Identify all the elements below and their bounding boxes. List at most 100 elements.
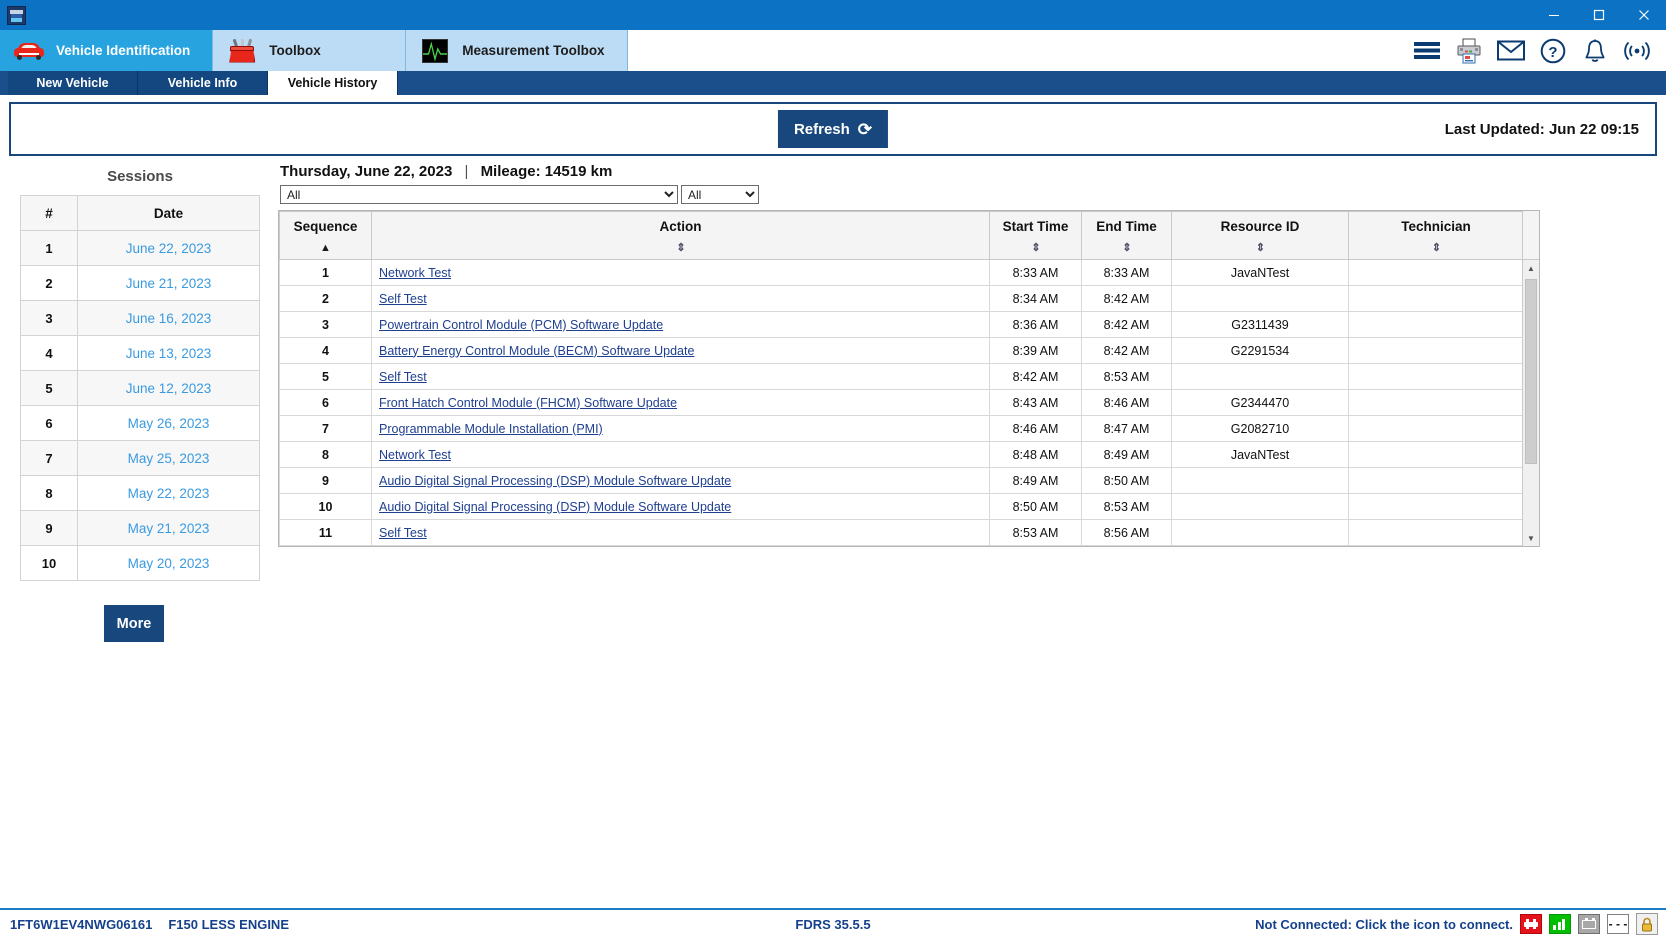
action-link[interactable]: Audio Digital Signal Processing (DSP) Mo…: [379, 474, 731, 488]
table-row[interactable]: 6 Front Hatch Control Module (FHCM) Soft…: [280, 390, 1523, 416]
session-date-link[interactable]: June 13, 2023: [126, 346, 212, 361]
sort-toggle-icon: ⇕: [1256, 242, 1264, 254]
cell-start-time: 8:34 AM: [990, 286, 1082, 312]
scroll-up-button[interactable]: ▲: [1523, 260, 1539, 276]
module-tab-measurement-toolbox[interactable]: Measurement Toolbox: [406, 30, 627, 71]
module-tab-toolbox[interactable]: Toolbox: [213, 30, 406, 71]
cell-resource-id: G2344470: [1172, 390, 1349, 416]
minimize-button[interactable]: [1531, 0, 1576, 30]
table-row[interactable]: 11 Self Test 8:53 AM 8:56 AM: [280, 520, 1523, 546]
list-item[interactable]: 1June 22, 2023: [21, 231, 260, 266]
close-button[interactable]: [1621, 0, 1666, 30]
session-date-link[interactable]: June 12, 2023: [126, 381, 212, 396]
action-link[interactable]: Self Test: [379, 292, 427, 306]
action-link[interactable]: Front Hatch Control Module (FHCM) Softwa…: [379, 396, 677, 410]
scroll-down-button[interactable]: ▼: [1523, 530, 1539, 546]
sub-tab-vehicle-history[interactable]: Vehicle History: [268, 71, 398, 95]
col-header-sequence[interactable]: Sequence ▲: [280, 212, 372, 260]
table-row[interactable]: 9 Audio Digital Signal Processing (DSP) …: [280, 468, 1523, 494]
refresh-button[interactable]: Refresh ⟳: [778, 110, 888, 148]
hamburger-menu-icon[interactable]: [1412, 36, 1442, 66]
session-number: 7: [21, 441, 78, 476]
table-row[interactable]: 2 Self Test 8:34 AM 8:42 AM: [280, 286, 1523, 312]
signal-strength-icon[interactable]: [1549, 914, 1571, 934]
session-date-link[interactable]: May 25, 2023: [128, 451, 210, 466]
refresh-toolbar: Refresh ⟳ Last Updated: Jun 22 09:15: [9, 102, 1657, 156]
cell-start-time: 8:49 AM: [990, 468, 1082, 494]
list-item[interactable]: 2June 21, 2023: [21, 266, 260, 301]
help-icon[interactable]: ?: [1538, 36, 1568, 66]
dashes-status-icon[interactable]: - - -: [1607, 914, 1629, 934]
list-item[interactable]: 6May 26, 2023: [21, 406, 260, 441]
sub-tab-label: Vehicle Info: [168, 76, 237, 90]
cell-end-time: 8:50 AM: [1082, 468, 1172, 494]
col-header-end-time[interactable]: End Time ⇕: [1082, 212, 1172, 260]
sessions-col-date[interactable]: Date: [78, 196, 260, 231]
notifications-bell-icon[interactable]: [1580, 36, 1610, 66]
list-item[interactable]: 10May 20, 2023: [21, 546, 260, 581]
maximize-button[interactable]: [1576, 0, 1621, 30]
action-filter-select[interactable]: All: [280, 185, 678, 204]
sessions-title: Sessions: [9, 164, 271, 195]
action-link[interactable]: Audio Digital Signal Processing (DSP) Mo…: [379, 500, 731, 514]
table-row[interactable]: 4 Battery Energy Control Module (BECM) S…: [280, 338, 1523, 364]
list-item[interactable]: 7 May 25, 2023: [21, 441, 260, 476]
module-tab-bar: Vehicle Identification Toolbox Measureme…: [0, 30, 1666, 71]
session-date-link[interactable]: May 21, 2023: [128, 521, 210, 536]
session-number: 5: [21, 371, 78, 406]
list-item[interactable]: 3June 16, 2023: [21, 301, 260, 336]
session-date-link[interactable]: May 22, 2023: [128, 486, 210, 501]
scrollbar-thumb[interactable]: [1525, 279, 1537, 464]
cell-end-time: 8:56 AM: [1082, 520, 1172, 546]
action-link[interactable]: Programmable Module Installation (PMI): [379, 422, 603, 436]
sub-tab-new-vehicle[interactable]: New Vehicle: [8, 71, 138, 95]
action-link[interactable]: Self Test: [379, 370, 427, 384]
table-row[interactable]: 8 Network Test 8:48 AM 8:49 AM JavaNTest: [280, 442, 1523, 468]
svg-text:?: ?: [1548, 44, 1557, 61]
session-date-link[interactable]: June 21, 2023: [126, 276, 212, 291]
module-tab-vehicle-identification[interactable]: Vehicle Identification: [0, 30, 213, 71]
more-button[interactable]: More: [104, 605, 164, 642]
col-header-action[interactable]: Action ⇕: [372, 212, 990, 260]
col-header-resource-id[interactable]: Resource ID ⇕: [1172, 212, 1349, 260]
refresh-icon: ⟳: [858, 121, 872, 138]
action-link[interactable]: Network Test: [379, 448, 451, 462]
session-date-link[interactable]: June 22, 2023: [126, 241, 212, 256]
table-row[interactable]: 5 Self Test 8:42 AM 8:53 AM: [280, 364, 1523, 390]
history-grid-scrollbar[interactable]: ▲ ▼: [1522, 211, 1539, 546]
table-row[interactable]: 1 Network Test 8:33 AM 8:33 AM JavaNTest: [280, 260, 1523, 286]
session-date-link[interactable]: May 20, 2023: [128, 556, 210, 571]
lock-icon[interactable]: [1636, 913, 1658, 935]
list-item[interactable]: 8May 22, 2023: [21, 476, 260, 511]
cell-resource-id: G2082710: [1172, 416, 1349, 442]
session-date-link[interactable]: June 16, 2023: [126, 311, 212, 326]
action-link[interactable]: Battery Energy Control Module (BECM) Sof…: [379, 344, 694, 358]
cell-sequence: 5: [280, 364, 372, 390]
printer-icon[interactable]: [1454, 36, 1484, 66]
mail-icon[interactable]: [1496, 36, 1526, 66]
secondary-filter-select[interactable]: All: [681, 185, 759, 204]
table-row[interactable]: 10 Audio Digital Signal Processing (DSP)…: [280, 494, 1523, 520]
table-row[interactable]: 3 Powertrain Control Module (PCM) Softwa…: [280, 312, 1523, 338]
col-header-start-time[interactable]: Start Time ⇕: [990, 212, 1082, 260]
list-item[interactable]: 9May 21, 2023: [21, 511, 260, 546]
broadcast-signal-icon[interactable]: [1622, 36, 1652, 66]
col-label: Technician: [1401, 219, 1471, 234]
action-link[interactable]: Network Test: [379, 266, 451, 280]
col-header-technician[interactable]: Technician ⇕: [1349, 212, 1523, 260]
table-row[interactable]: 7 Programmable Module Installation (PMI)…: [280, 416, 1523, 442]
vci-status-icon[interactable]: [1520, 914, 1542, 934]
session-detail-header: Thursday, June 22, 2023 | Mileage: 14519…: [276, 161, 1657, 185]
action-link[interactable]: Powertrain Control Module (PCM) Software…: [379, 318, 663, 332]
session-date-link[interactable]: May 26, 2023: [128, 416, 210, 431]
list-item[interactable]: 5 June 12, 2023: [21, 371, 260, 406]
history-body: Sessions # Date 1June 22, 2023 2June 21,…: [9, 156, 1657, 642]
sort-ascending-icon: ▲: [320, 242, 331, 254]
sub-tab-vehicle-info[interactable]: Vehicle Info: [138, 71, 268, 95]
battery-status-icon[interactable]: [1578, 914, 1600, 934]
action-link[interactable]: Self Test: [379, 526, 427, 540]
col-label: Start Time: [1003, 219, 1069, 234]
list-item[interactable]: 4June 13, 2023: [21, 336, 260, 371]
sessions-col-number[interactable]: #: [21, 196, 78, 231]
cell-start-time: 8:46 AM: [990, 416, 1082, 442]
